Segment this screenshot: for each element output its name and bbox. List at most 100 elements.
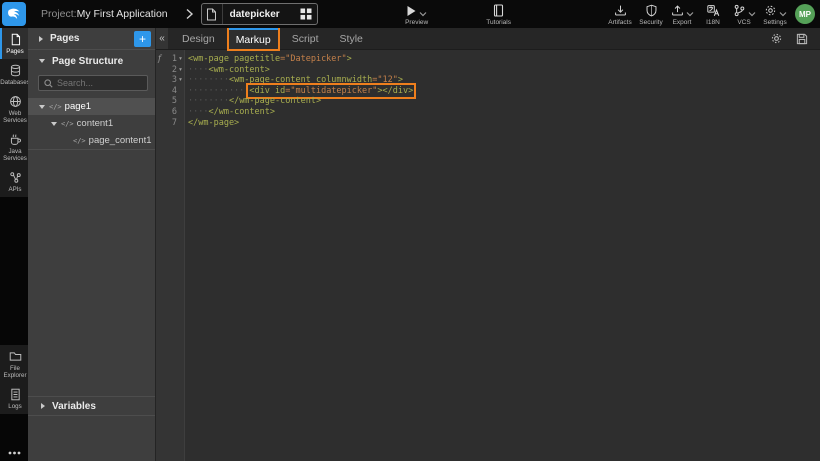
app-logo-icon[interactable] <box>2 2 26 26</box>
more-button[interactable] <box>0 451 28 455</box>
tutorials-button[interactable]: Tutorials <box>486 3 512 26</box>
code-string-token: ="Datepicker" <box>280 54 347 64</box>
code-line[interactable]: 4 ············<div id="multidatepicker"><… <box>156 86 820 97</box>
tab-design[interactable]: Design <box>175 28 222 49</box>
tab-label: Markup <box>236 34 271 46</box>
rail-item-java-services[interactable]: Java Services <box>0 128 28 166</box>
ellipsis-icon <box>8 451 21 455</box>
pages-section-header[interactable]: Pages + <box>28 28 155 50</box>
search-box <box>38 75 148 91</box>
editor-tabbar: « Design Markup Script Style <box>156 28 820 50</box>
page-structure-label: Page Structure <box>52 56 123 67</box>
code-line[interactable]: 5········</wm-page-content> <box>156 96 820 107</box>
variables-section-header[interactable]: Variables <box>28 396 155 416</box>
project-name: My First Application <box>77 8 168 20</box>
shield-icon <box>645 4 658 17</box>
rail-item-logs[interactable]: Logs <box>0 383 28 414</box>
code-line[interactable]: f1▾<wm-page pagetitle="Datepicker"> <box>156 54 820 65</box>
security-button[interactable]: Security <box>638 3 664 26</box>
settings-button[interactable]: Settings <box>762 3 788 26</box>
tab-style[interactable]: Style <box>333 28 370 49</box>
tab-label: Style <box>340 33 363 45</box>
triangle-right-icon[interactable] <box>39 36 43 42</box>
rail-item-databases[interactable]: Databases <box>0 59 28 90</box>
line-number: 7 <box>156 118 177 129</box>
code-string-token: ="12" <box>372 75 398 85</box>
rail-item-apis[interactable]: APIs <box>0 166 28 197</box>
code-text[interactable]: </wm-page> <box>184 118 239 129</box>
chevron-down-icon[interactable] <box>779 11 787 17</box>
code-text[interactable]: ········<wm-page-content columnwidth="12… <box>184 75 403 86</box>
line-gutter: f1▾ <box>156 54 184 65</box>
save-icon[interactable] <box>796 33 808 45</box>
line-number: 2 <box>156 65 177 76</box>
code-line[interactable]: 7 </wm-page> <box>156 118 820 129</box>
code-line[interactable]: 2▾····<wm-content> <box>156 65 820 76</box>
code-tag-token: > <box>398 75 403 85</box>
i18n-icon <box>707 4 720 17</box>
export-button[interactable]: Export <box>669 3 695 26</box>
line-gutter: 6 <box>156 107 184 118</box>
line-gutter: 2▾ <box>156 65 184 76</box>
triangle-down-icon[interactable] <box>50 122 58 126</box>
grid-icon[interactable] <box>300 8 312 20</box>
rail-item-pages[interactable]: Pages <box>0 28 28 59</box>
fold-arrow-icon[interactable]: ▾ <box>177 65 184 76</box>
tree-node-label: content1 <box>77 118 113 129</box>
line-number: 4 <box>156 86 177 97</box>
page-settings-gear-icon[interactable] <box>770 32 783 45</box>
line-gutter: 7 <box>156 118 184 129</box>
branch-icon <box>733 4 746 17</box>
rail-item-file-explorer[interactable]: File Explorer <box>0 345 28 383</box>
tabbar-actions <box>770 28 820 49</box>
whitespace-dots: ············ <box>188 86 249 96</box>
triangle-down-icon[interactable] <box>38 105 46 109</box>
code-text[interactable]: ····<wm-content> <box>184 65 270 76</box>
code-text[interactable]: ············<div id="multidatepicker"></… <box>184 86 413 97</box>
project-label: Project: <box>41 8 77 20</box>
chevron-down-icon[interactable] <box>748 11 756 17</box>
chevron-down-icon[interactable] <box>686 11 694 17</box>
upload-icon <box>671 4 684 17</box>
code-tag-token: <wm-content> <box>208 65 269 75</box>
tab-script[interactable]: Script <box>285 28 326 49</box>
panel-footer-spacer <box>28 416 155 461</box>
fold-arrow-icon[interactable]: ▾ <box>177 54 184 65</box>
triangle-right-icon[interactable] <box>41 403 45 409</box>
fold-arrow-icon[interactable]: ▾ <box>177 75 184 86</box>
code-line[interactable]: 3▾········<wm-page-content columnwidth="… <box>156 75 820 86</box>
code-text[interactable]: ····</wm-content> <box>184 107 275 118</box>
rail-group-bottom: File ExplorerLogs <box>0 345 28 414</box>
code-line[interactable]: 6····</wm-content> <box>156 107 820 118</box>
tree-node-page1[interactable]: </>page1 <box>28 98 155 115</box>
preview-button[interactable]: Preview <box>404 3 430 26</box>
rail-item-label: Web Services <box>2 110 28 124</box>
tree-node-content1[interactable]: </>content1 <box>28 115 155 132</box>
code-text[interactable]: ········</wm-page-content> <box>184 96 321 107</box>
chevron-down-icon[interactable] <box>419 11 427 17</box>
page-tab[interactable]: datepicker <box>201 3 318 25</box>
add-page-button[interactable]: + <box>134 31 151 47</box>
markup-code-editor[interactable]: f1▾<wm-page pagetitle="Datepicker">2▾···… <box>156 50 820 461</box>
code-tag-token: <wm-page-content columnwidth <box>229 75 372 85</box>
avatar[interactable]: MP <box>795 4 815 24</box>
triangle-down-icon <box>39 105 45 109</box>
code-text[interactable]: <wm-page pagetitle="Datepicker"> <box>184 54 352 65</box>
page-structure-header[interactable]: Page Structure <box>28 50 155 72</box>
whitespace-dots: ········ <box>188 75 229 85</box>
tab-markup[interactable]: Markup <box>229 28 278 49</box>
play-icon <box>406 5 417 17</box>
i18n-button[interactable]: I18N <box>700 3 726 26</box>
search-input[interactable] <box>57 78 142 88</box>
code-tag-token: </wm-page-content> <box>229 96 321 106</box>
collapse-panel-button[interactable]: « <box>156 28 168 49</box>
download-icon <box>614 4 627 17</box>
vcs-button[interactable]: VCS <box>731 3 757 26</box>
rail-item-web-services[interactable]: Web Services <box>0 90 28 128</box>
tree-node-page_content1[interactable]: </>page_content1 <box>28 132 155 149</box>
tool-label: Artifacts <box>608 19 631 26</box>
triangle-down-icon <box>51 122 57 126</box>
artifacts-button[interactable]: Artifacts <box>607 3 633 26</box>
triangle-down-icon[interactable] <box>39 59 45 63</box>
tool-label: Export <box>673 19 692 26</box>
